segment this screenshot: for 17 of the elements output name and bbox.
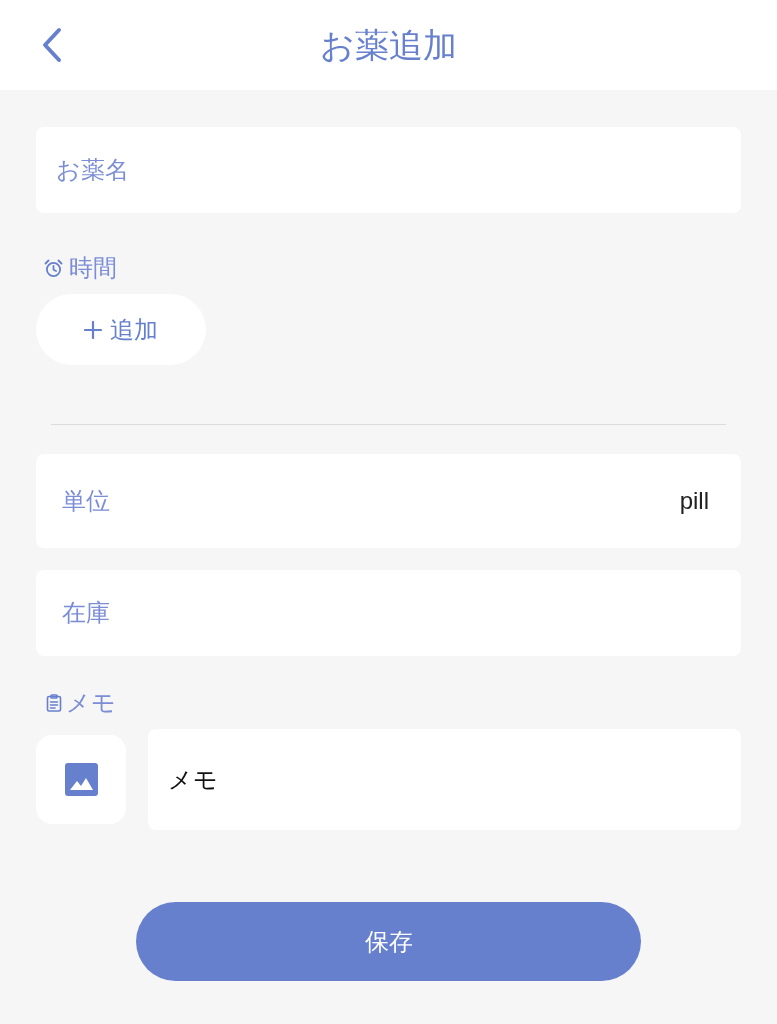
save-button[interactable]: 保存	[136, 902, 641, 981]
clipboard-icon	[46, 694, 62, 712]
unit-label: 単位	[62, 486, 110, 516]
unit-row[interactable]: 単位 pill	[36, 454, 741, 548]
alarm-clock-icon	[44, 258, 63, 278]
add-time-button[interactable]: 追加	[36, 294, 206, 365]
medicine-name-field[interactable]: お薬名	[36, 127, 741, 213]
page-title: お薬追加	[320, 28, 457, 62]
unit-value: pill	[679, 486, 709, 516]
memo-label: メモ	[66, 688, 116, 718]
stock-field[interactable]: 在庫	[36, 570, 741, 656]
time-label: 時間	[69, 253, 117, 283]
plus-icon	[84, 320, 102, 339]
memo-field[interactable]: メモ	[148, 729, 741, 830]
image-icon	[64, 763, 98, 796]
add-image-button[interactable]	[36, 735, 126, 824]
back-icon	[41, 27, 63, 63]
